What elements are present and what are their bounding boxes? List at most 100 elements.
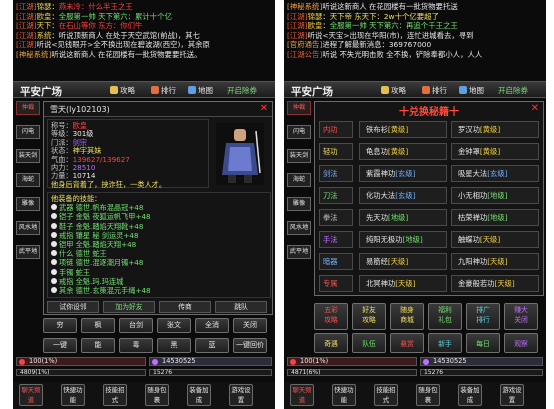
sidebar-item[interactable]: 雕像: [16, 197, 40, 211]
equipment-row[interactable]: 鞋子 金魁.踏焰天翔靴+48: [51, 222, 267, 231]
sidebar-item[interactable]: 海蛇: [287, 173, 311, 187]
equipment-row[interactable]: 项链 德世.混逐潮月镯+48: [51, 258, 267, 267]
panel-action-button[interactable]: 加为好友: [103, 301, 155, 313]
skill-book-item[interactable]: 九阳神功[天级]: [451, 253, 539, 270]
category-tab[interactable]: 专属: [319, 275, 353, 292]
equipment-row[interactable]: 戒指 全魁.玛.玛连城: [51, 277, 267, 286]
nav-button[interactable]: 装备加成: [187, 384, 211, 406]
action-button[interactable]: 张文: [157, 318, 191, 333]
feature-button[interactable]: 奇遇: [314, 333, 348, 353]
category-tab[interactable]: 暗器: [319, 253, 353, 270]
sidebar-item[interactable]: 风水地: [287, 221, 311, 235]
chat-sender[interactable]: 欧皇: [308, 21, 323, 30]
sidebar-item[interactable]: 雕像: [287, 197, 311, 211]
skill-book-item[interactable]: 铁布衫[黄级]: [359, 121, 447, 138]
equipment-row[interactable]: 其余 德世.玄策混元手绳+48: [51, 286, 267, 295]
nav-button[interactable]: 快捷功能: [61, 384, 85, 406]
nav-button[interactable]: 快捷功能: [332, 384, 356, 406]
sidebar-item[interactable]: 装天剑: [16, 149, 40, 163]
panel-action-button[interactable]: 跳队: [215, 301, 267, 313]
skill-book-item[interactable]: 吸星大法[玄级]: [451, 165, 539, 182]
skill-book-item[interactable]: 先天功[地级]: [359, 209, 447, 226]
skill-book-item[interactable]: 罗汉功[黄级]: [451, 121, 539, 138]
skill-book-item[interactable]: 北冥神功[天级]: [359, 275, 447, 292]
chat-log[interactable]: [神秘系统]听说这新商人 在花园楼有一批货物要托送 [江湖]锦瑟：天下帝 东天下：…: [284, 0, 546, 79]
feature-button[interactable]: 每日: [466, 333, 500, 353]
category-tab[interactable]: 剑法: [319, 165, 353, 182]
nav-button[interactable]: 装备加成: [458, 384, 482, 406]
action-button[interactable]: 关闭: [233, 318, 267, 333]
sidebar-item[interactable]: 海蛇: [16, 173, 40, 187]
attack-button[interactable]: 攻略: [110, 85, 135, 96]
feature-button[interactable]: 观察: [504, 333, 538, 353]
chat-sender[interactable]: 天下: [37, 21, 52, 30]
action-button[interactable]: 一键回价: [233, 338, 267, 353]
category-tab[interactable]: 轻功: [319, 143, 353, 160]
panel-action-button[interactable]: 试你设邻: [47, 301, 99, 313]
map-button[interactable]: 地图: [459, 85, 484, 96]
skill-book-item[interactable]: 触蝶功[天级]: [451, 231, 539, 248]
skill-book-item[interactable]: 金钟罩[黄级]: [451, 143, 539, 160]
action-button[interactable]: 穷: [43, 318, 77, 333]
sidebar-item[interactable]: 武平地: [287, 245, 311, 259]
close-icon[interactable]: ✕: [531, 103, 539, 114]
nav-button[interactable]: 技能招式: [374, 384, 398, 406]
nav-button[interactable]: 聊天频道: [290, 384, 314, 406]
skill-book-item[interactable]: 龟息功[黄级]: [359, 143, 447, 160]
sidebar-item[interactable]: 装天剑: [287, 149, 311, 163]
nav-button[interactable]: 游戏设置: [500, 384, 524, 406]
equipment-row[interactable]: 手镯 蛇王: [51, 268, 267, 277]
feature-button[interactable]: 随身 商城: [390, 303, 424, 330]
rank-button[interactable]: 排行: [151, 85, 176, 96]
category-tab[interactable]: 手法: [319, 231, 353, 248]
feature-button[interactable]: 五彩 攻略: [314, 303, 348, 330]
action-button[interactable]: 枫: [81, 318, 115, 333]
nav-button[interactable]: 技能招式: [103, 384, 127, 406]
sidebar-item[interactable]: 闪电: [16, 125, 40, 139]
equipment-row[interactable]: 铠甲 全魁.踏焰天翔+48: [51, 240, 267, 249]
skill-book-item[interactable]: 易筋经[天级]: [359, 253, 447, 270]
skill-book-item[interactable]: 化功大法[玄级]: [359, 187, 447, 204]
action-button[interactable]: 台剑: [119, 318, 153, 333]
nav-button[interactable]: 随身包裹: [416, 384, 440, 406]
action-button[interactable]: 蓝: [195, 338, 229, 353]
chat-sender[interactable]: 欧皇: [37, 12, 52, 21]
category-tab[interactable]: 刀法: [319, 187, 353, 204]
nav-button[interactable]: 游戏设置: [229, 384, 253, 406]
action-button[interactable]: 全消: [195, 318, 229, 333]
feature-button[interactable]: 排广 排行: [466, 303, 500, 330]
feature-button[interactable]: 悬赏: [390, 333, 424, 353]
close-icon[interactable]: ✕: [260, 103, 268, 114]
action-button[interactable]: 一键: [43, 338, 77, 353]
hangup-button[interactable]: 开启除券: [498, 85, 528, 96]
skill-book-item[interactable]: 金豪般若功[天级]: [451, 275, 539, 292]
feature-button[interactable]: 赚大 关闭: [504, 303, 538, 330]
rank-button[interactable]: 排行: [422, 85, 447, 96]
sidebar-item[interactable]: 仲裁: [287, 101, 311, 115]
equipment-row[interactable]: 武器 德世.帆布混晶冠+48: [51, 203, 267, 212]
feature-button[interactable]: 福利 礼包: [428, 303, 462, 330]
equipment-row[interactable]: 铠子 金魁 夜狐运帆飞甲+48: [51, 212, 267, 221]
nav-button[interactable]: 聊天频道: [19, 384, 43, 406]
category-tab[interactable]: 拳法: [319, 209, 353, 226]
feature-button[interactable]: 好友 攻略: [352, 303, 386, 330]
action-button[interactable]: 黑: [157, 338, 191, 353]
sidebar-item[interactable]: 武平地: [16, 245, 40, 259]
chat-sender[interactable]: 系统: [37, 31, 52, 40]
chat-sender[interactable]: 锦瑟: [308, 12, 323, 21]
skill-book-item[interactable]: 枯荣禅功[地级]: [451, 209, 539, 226]
equipment-row[interactable]: 戒指 镶星 秘 剑运灵+48: [51, 231, 267, 240]
chat-sender[interactable]: 锦瑟: [37, 2, 52, 11]
skill-book-item[interactable]: 紫霞神功[玄级]: [359, 165, 447, 182]
action-button[interactable]: 能: [81, 338, 115, 353]
feature-button[interactable]: 新手: [428, 333, 462, 353]
hangup-button[interactable]: 开启除券: [227, 85, 257, 96]
map-button[interactable]: 地图: [188, 85, 213, 96]
skill-book-item[interactable]: 纯阳无极功[地级]: [359, 231, 447, 248]
panel-action-button[interactable]: 传商: [159, 301, 211, 313]
action-button[interactable]: 毒: [119, 338, 153, 353]
equipment-row[interactable]: 什么 德世 蛇王: [51, 249, 267, 258]
sidebar-item[interactable]: 仲裁: [16, 101, 40, 115]
attack-button[interactable]: 攻略: [381, 85, 406, 96]
sidebar-item[interactable]: 风水地: [16, 221, 40, 235]
